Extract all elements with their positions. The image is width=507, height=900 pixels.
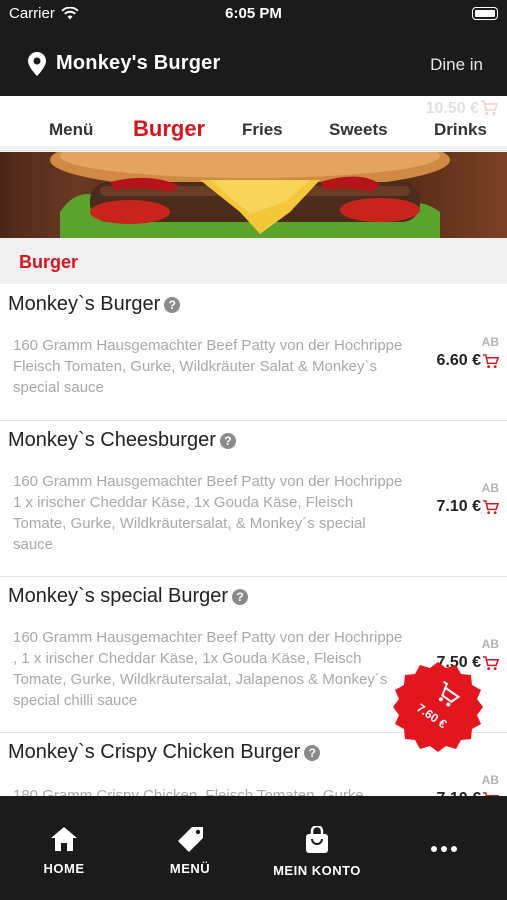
tab-fries[interactable]: Fries [242, 120, 283, 140]
nav-home-label: HOME [43, 861, 85, 876]
shopping-bag-icon [306, 824, 328, 853]
item-name: Monkey`s special Burger [8, 585, 229, 607]
dine-mode-toggle[interactable]: Dine in [430, 55, 483, 75]
nav-account[interactable]: MEIN KONTO [268, 824, 366, 878]
item-description: 160 Gramm Hausgemachter Beef Patty von d… [13, 473, 403, 553]
item-description: 160 Gramm Hausgemachter Beef Patty von d… [13, 629, 403, 709]
menu-item[interactable]: Monkey`s Burger ? 160 Gramm Hausgemachte… [0, 285, 507, 421]
status-bar: Carrier 6:05 PM [0, 0, 507, 30]
item-name-row: Monkey`s Crispy Chicken Burger ? [8, 741, 321, 764]
bottom-nav: HOME MENÜ MEIN KONTO [0, 796, 507, 900]
app-header: Monkey's Burger Dine in [0, 30, 507, 96]
item-price: 7.10 € [436, 498, 481, 515]
item-description: 160 Gramm Hausgemachter Beef Patty von d… [13, 337, 403, 396]
tabs-divider [0, 146, 507, 149]
cart-total-ghost: 10.50 € [425, 100, 479, 117]
nav-more[interactable] [428, 840, 460, 858]
price-prefix: AB [481, 481, 499, 495]
info-icon[interactable]: ? [304, 744, 321, 761]
section-title: Burger [19, 252, 79, 272]
item-price: 6.60 € [436, 352, 481, 369]
price-prefix: AB [481, 335, 499, 349]
nav-home[interactable]: HOME [40, 826, 88, 876]
location-pin-icon [28, 52, 46, 76]
burger-hero-image [0, 152, 507, 238]
menu-item[interactable]: Monkey`s Cheesburger ? 160 Gramm Hausgem… [0, 421, 507, 577]
item-name-row: Monkey`s Cheesburger ? [8, 429, 236, 452]
nav-menu-label: MENÜ [169, 861, 211, 876]
info-icon[interactable]: ? [219, 432, 236, 449]
tab-drinks[interactable]: Drinks [434, 120, 487, 140]
clock: 6:05 PM [225, 5, 282, 22]
price-prefix: AB [481, 773, 499, 787]
tab-menu[interactable]: Menü [49, 120, 93, 140]
item-name: Monkey`s Cheesburger [8, 429, 216, 451]
item-name-row: Monkey`s Burger ? [8, 293, 181, 316]
section-header: Burger [0, 238, 507, 284]
info-icon[interactable]: ? [232, 588, 249, 605]
nav-menu[interactable]: MENÜ [164, 826, 216, 876]
nav-account-label: MEIN KONTO [273, 863, 361, 878]
item-name: Monkey`s Crispy Chicken Burger [8, 741, 301, 763]
item-name-row: Monkey`s special Burger ? [8, 585, 249, 608]
tag-icon [178, 827, 203, 852]
home-icon [51, 827, 77, 851]
info-icon[interactable]: ? [164, 296, 181, 313]
restaurant-name: Monkey's Burger [56, 52, 221, 74]
category-tabs: 10.50 € Menü Burger Fries Sweets Drinks [0, 96, 507, 151]
price-prefix: AB [481, 637, 499, 651]
tab-burger[interactable]: Burger [133, 116, 205, 142]
add-to-cart-icon[interactable] [482, 354, 499, 369]
item-name: Monkey`s Burger [8, 293, 161, 315]
floating-cart-button[interactable]: 7.60 € [391, 660, 485, 754]
battery-icon [472, 7, 498, 20]
tab-sweets[interactable]: Sweets [329, 120, 388, 140]
cart-icon [481, 100, 498, 115]
more-icon [431, 846, 457, 852]
add-to-cart-icon[interactable] [482, 500, 499, 515]
